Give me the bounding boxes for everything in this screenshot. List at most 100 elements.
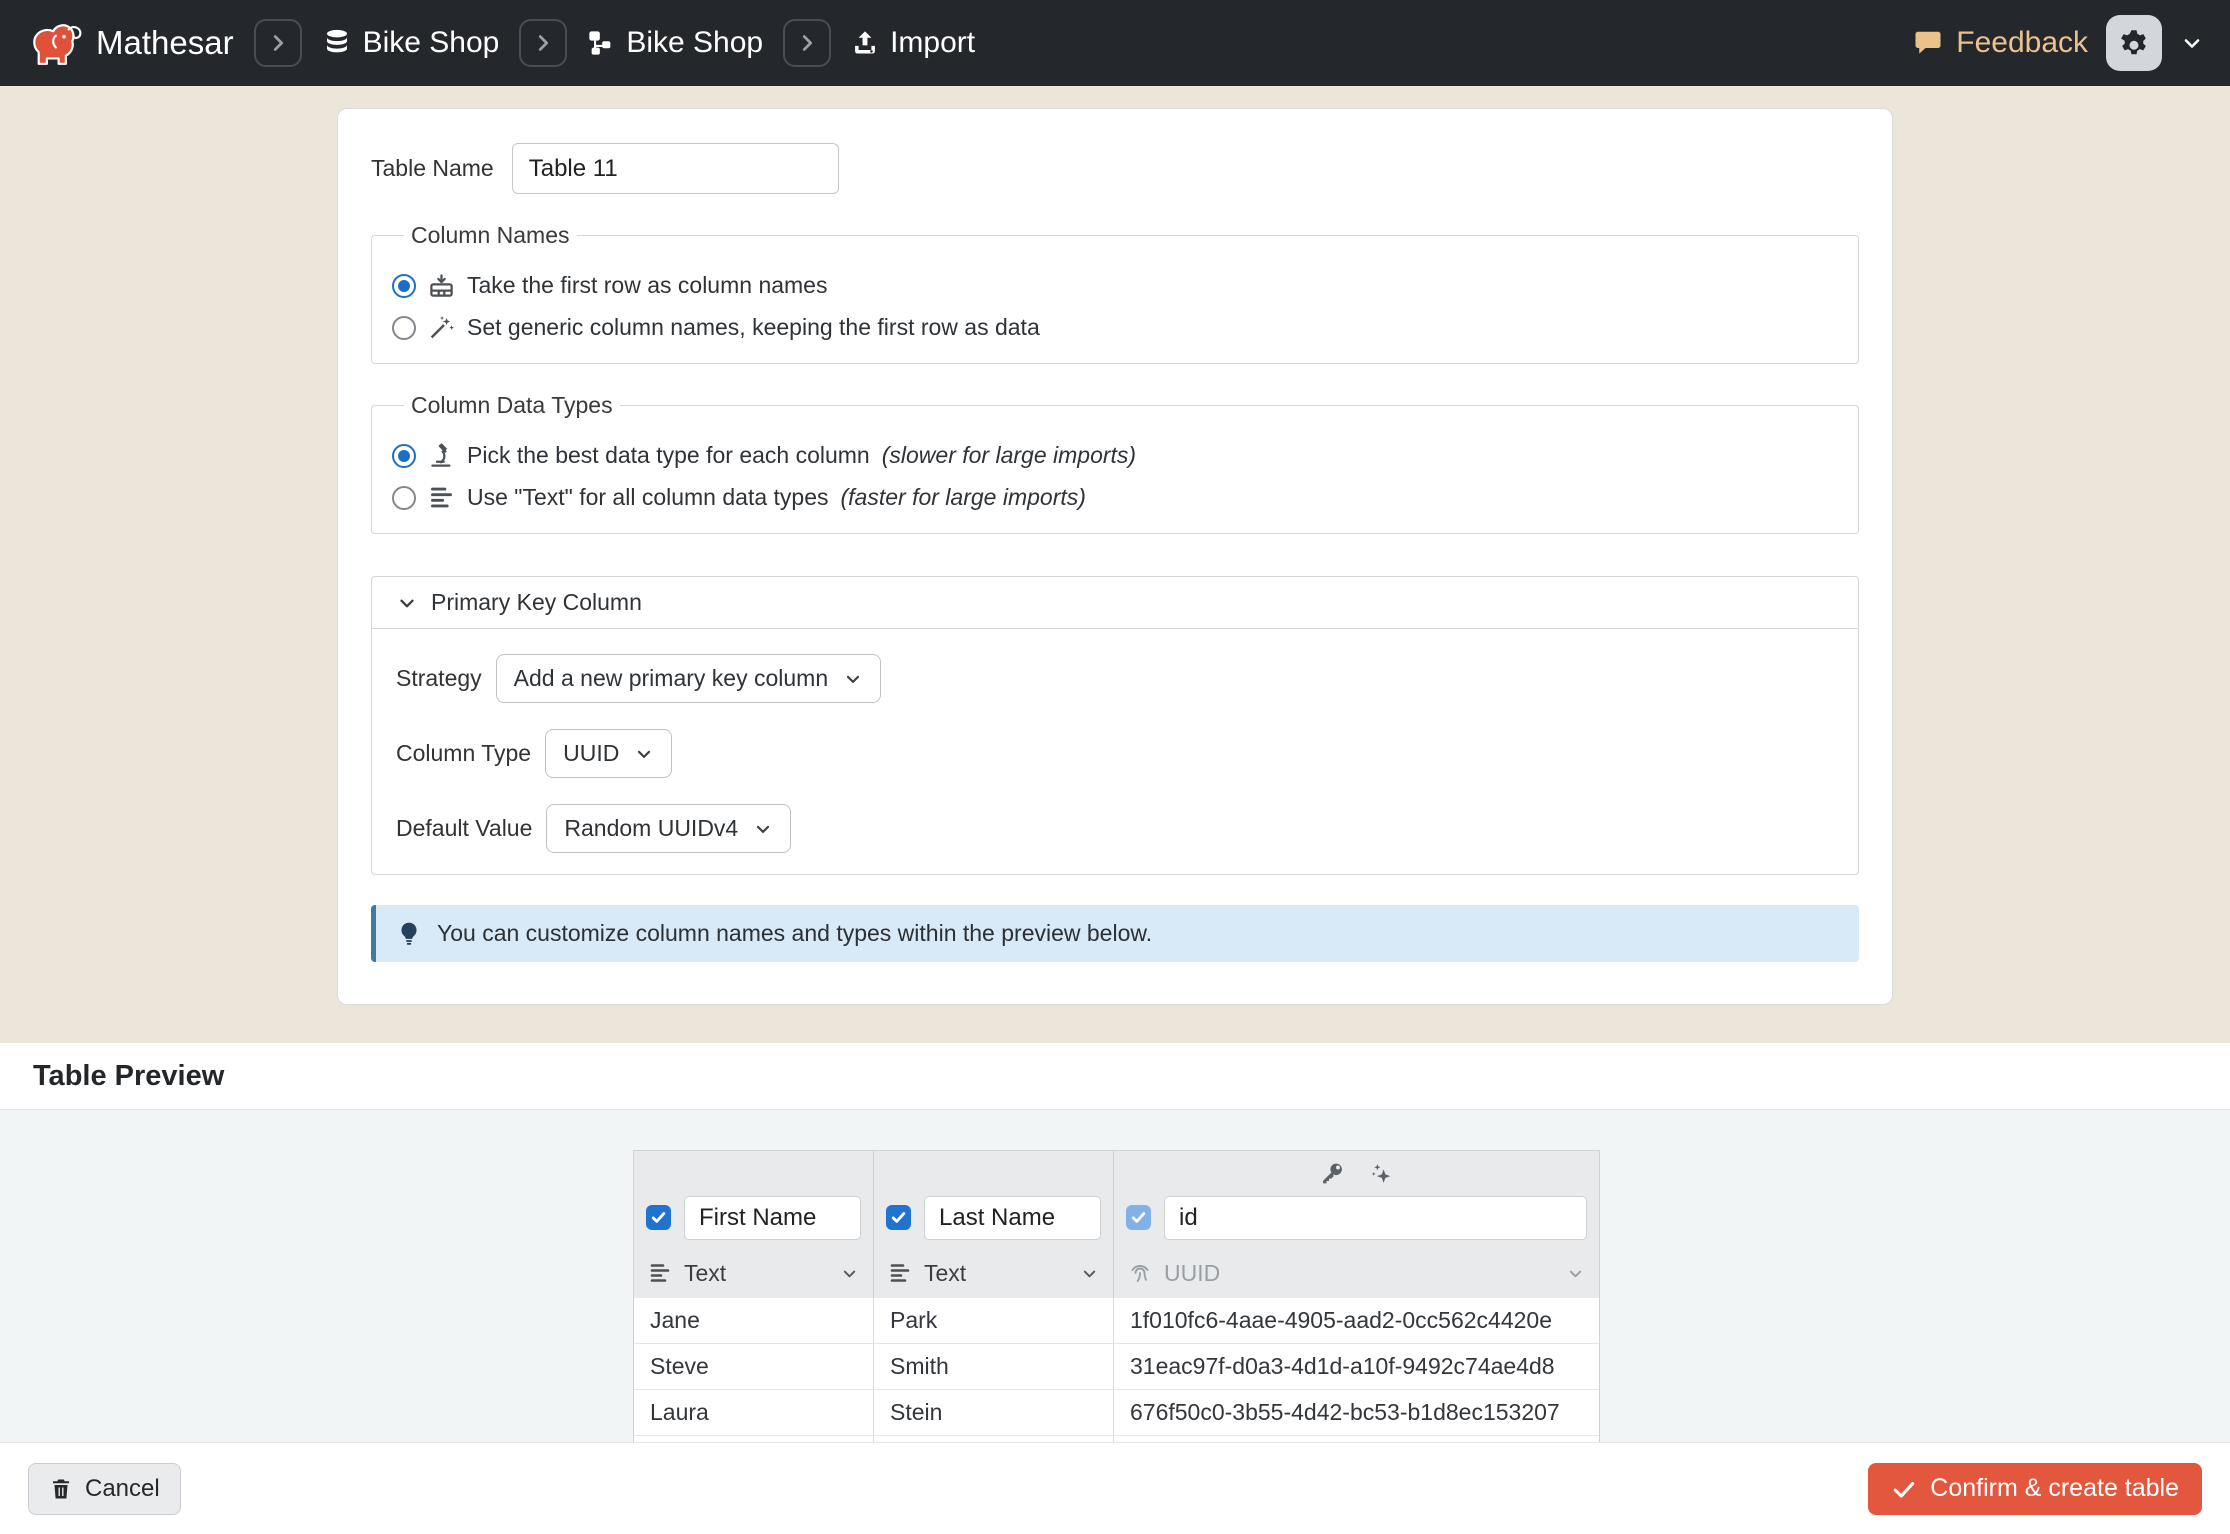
chevron-down-icon [843, 669, 863, 689]
table-cell: Park [874, 1298, 1114, 1344]
header-cell-first-name [634, 1151, 874, 1248]
column-name-input[interactable] [1164, 1196, 1587, 1240]
preview-type-row: Text Text UUID [634, 1248, 1599, 1298]
radio-first-row-as-headers[interactable] [392, 274, 416, 298]
breadcrumb-import[interactable]: Import [851, 26, 975, 60]
column-data-types-legend: Column Data Types [404, 392, 620, 419]
radio-generic-column-names[interactable] [392, 316, 416, 340]
table-cell: 1f010fc6-4aae-4905-aad2-0cc562c4420e [1114, 1298, 1599, 1344]
table-row: Steve Smith 31eac97f-d0a3-4d1d-a10f-9492… [634, 1344, 1599, 1390]
type-label: Text [924, 1260, 966, 1287]
default-value-value: Random UUIDv4 [564, 815, 738, 842]
preview-header-row [634, 1151, 1599, 1248]
navbar-right: Feedback [1913, 15, 2204, 71]
option-first-row-as-headers[interactable]: Take the first row as column names [392, 272, 1838, 299]
table-cell: Smith [874, 1344, 1114, 1390]
brand-home-link[interactable]: Mathesar [26, 14, 234, 72]
info-message-text: You can customize column names and types… [437, 920, 1152, 947]
database-icon [322, 28, 352, 58]
option-all-text[interactable]: Use "Text" for all column data types (fa… [392, 484, 1838, 511]
column-name-input[interactable] [684, 1196, 861, 1240]
default-value-label: Default Value [396, 815, 532, 842]
breadcrumb-schema[interactable]: Bike Shop [587, 26, 763, 60]
option-generic-column-names[interactable]: Set generic column names, keeping the fi… [392, 314, 1838, 341]
default-value-row: Default Value Random UUIDv4 [396, 804, 1834, 853]
column-type-select[interactable]: UUID [545, 729, 672, 778]
sparkles-icon [1369, 1161, 1394, 1186]
breadcrumb-chevron-icon[interactable] [783, 19, 831, 67]
primary-key-title: Primary Key Column [431, 589, 642, 616]
header-icons-row [874, 1151, 1113, 1187]
strategy-row: Strategy Add a new primary key column [396, 654, 1834, 703]
header-icons-row [634, 1151, 873, 1187]
chevron-down-icon [840, 1264, 859, 1283]
table-row: Laura Stein 676f50c0-3b55-4d42-bc53-b1d8… [634, 1390, 1599, 1436]
import-settings-area: Table Name Column Names Take the first r… [0, 86, 2230, 1043]
table-cell: Stein [874, 1390, 1114, 1436]
table-cell: Steve [634, 1344, 874, 1390]
speech-bubble-icon [1913, 28, 1943, 58]
table-row-clipped [634, 1436, 1599, 1442]
option-label: Pick the best data type for each column [467, 442, 870, 469]
mathesar-elephant-logo-icon [26, 14, 84, 72]
table-name-row: Table Name [371, 143, 1859, 194]
table-preview-header: Table Preview [0, 1043, 2230, 1110]
column-data-types-fieldset: Column Data Types Pick the best data typ… [371, 392, 1859, 534]
column-names-legend: Column Names [404, 222, 577, 249]
gear-icon [2116, 25, 2152, 61]
chevron-down-icon[interactable] [2180, 31, 2204, 55]
header-cell-id [1114, 1151, 1599, 1248]
column-include-checkbox[interactable] [646, 1205, 671, 1230]
type-label: UUID [1164, 1260, 1220, 1287]
table-cell: 31eac97f-d0a3-4d1d-a10f-9492c74ae4d8 [1114, 1344, 1599, 1390]
option-label: Take the first row as column names [467, 272, 827, 299]
breadcrumb-database[interactable]: Bike Shop [322, 26, 500, 60]
header-cell-last-name [874, 1151, 1114, 1248]
option-detect-data-types[interactable]: Pick the best data type for each column … [392, 442, 1838, 469]
strategy-value: Add a new primary key column [514, 665, 828, 692]
column-type-label: Column Type [396, 740, 531, 767]
trash-icon [49, 1477, 73, 1501]
confirm-create-table-button[interactable]: Confirm & create table [1868, 1463, 2202, 1515]
radio-all-text[interactable] [392, 486, 416, 510]
text-type-icon [428, 484, 455, 511]
chevron-down-icon [753, 819, 773, 839]
table-cell: 676f50c0-3b55-4d42-bc53-b1d8ec153207 [1114, 1390, 1599, 1436]
chevron-down-icon [1080, 1264, 1099, 1283]
chevron-down-icon [396, 592, 418, 614]
type-select-first-name[interactable]: Text [634, 1248, 874, 1298]
table-name-label: Table Name [371, 155, 494, 182]
primary-key-collapse-toggle[interactable]: Primary Key Column [372, 577, 1858, 629]
breadcrumb-import-label: Import [890, 26, 975, 60]
breadcrumb-chevron-icon[interactable] [254, 19, 302, 67]
table-header-icon [428, 272, 455, 299]
option-note: (slower for large imports) [882, 442, 1136, 469]
column-type-value: UUID [563, 740, 619, 767]
check-icon [1891, 1476, 1917, 1502]
primary-key-body: Strategy Add a new primary key column Co… [372, 629, 1858, 874]
table-row: Jane Park 1f010fc6-4aae-4905-aad2-0cc562… [634, 1298, 1599, 1344]
table-preview-area: Text Text UUID [0, 1110, 2230, 1442]
fingerprint-icon [1128, 1261, 1152, 1285]
default-value-select[interactable]: Random UUIDv4 [546, 804, 791, 853]
column-names-fieldset: Column Names Take the first row as colum… [371, 222, 1859, 364]
table-name-input[interactable] [512, 143, 839, 194]
radio-detect-data-types[interactable] [392, 444, 416, 468]
settings-button[interactable] [2106, 15, 2162, 71]
option-label: Set generic column names, keeping the fi… [467, 314, 1040, 341]
brand-name: Mathesar [96, 24, 234, 62]
type-select-id-disabled: UUID [1114, 1248, 1599, 1298]
feedback-link[interactable]: Feedback [1913, 26, 2088, 60]
table-preview-title: Table Preview [33, 1060, 224, 1093]
column-include-checkbox[interactable] [886, 1205, 911, 1230]
strategy-label: Strategy [396, 665, 482, 692]
header-icons-row [1114, 1151, 1599, 1187]
cancel-button[interactable]: Cancel [28, 1463, 181, 1515]
primary-key-section: Primary Key Column Strategy Add a new pr… [371, 576, 1859, 875]
breadcrumb-chevron-icon[interactable] [519, 19, 567, 67]
column-name-input[interactable] [924, 1196, 1101, 1240]
strategy-select[interactable]: Add a new primary key column [496, 654, 881, 703]
top-navbar: Mathesar Bike Shop Bike Shop Import Fee [0, 0, 2230, 86]
action-bar: Cancel Confirm & create table [0, 1442, 2230, 1534]
type-select-last-name[interactable]: Text [874, 1248, 1114, 1298]
